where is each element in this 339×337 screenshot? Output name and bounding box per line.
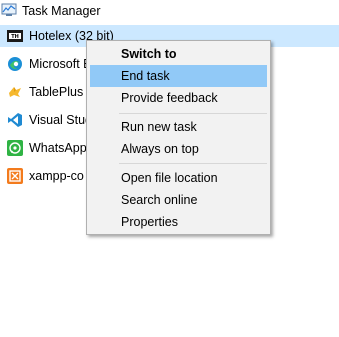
- task-manager-window: Task Manager TH Hotelex (32 bit) Microso…: [0, 0, 339, 337]
- menu-item-provide-feedback[interactable]: Provide feedback: [90, 87, 267, 109]
- menu-item-properties[interactable]: Properties: [90, 211, 267, 233]
- menu-item-label: Run new task: [121, 120, 197, 134]
- menu-separator: [119, 113, 267, 114]
- menu-item-label: Switch to: [121, 47, 177, 61]
- menu-item-label: Always on top: [121, 142, 199, 156]
- menu-item-always-on-top[interactable]: Always on top: [90, 138, 267, 160]
- process-label: WhatsApp: [29, 141, 87, 155]
- menu-item-label: Properties: [121, 215, 178, 229]
- task-manager-icon: [1, 2, 17, 18]
- menu-item-label: End task: [121, 69, 170, 83]
- process-label: Microsoft E: [29, 57, 92, 71]
- task-manager-row[interactable]: Task Manager: [0, 0, 339, 22]
- whatsapp-icon: [7, 140, 23, 156]
- menu-item-run-new-task[interactable]: Run new task: [90, 116, 267, 138]
- menu-item-search-online[interactable]: Search online: [90, 189, 267, 211]
- menu-item-switch-to[interactable]: Switch to: [90, 43, 267, 65]
- tableplus-icon: [7, 84, 23, 100]
- vscode-icon: [7, 112, 23, 128]
- menu-item-end-task[interactable]: End task: [90, 65, 267, 87]
- menu-item-label: Open file location: [121, 171, 218, 185]
- process-label: xampp-co: [29, 169, 84, 183]
- menu-item-open-file-location[interactable]: Open file location: [90, 167, 267, 189]
- xampp-icon: [7, 168, 23, 184]
- menu-item-label: Search online: [121, 193, 198, 207]
- process-label: Visual Stud: [29, 113, 93, 127]
- context-menu: Switch to End task Provide feedback Run …: [86, 40, 271, 235]
- edge-icon: [7, 56, 23, 72]
- menu-separator: [119, 163, 267, 164]
- svg-text:TH: TH: [11, 34, 19, 40]
- process-label: TablePlus: [29, 85, 84, 99]
- menu-item-label: Provide feedback: [121, 91, 218, 105]
- hotelex-icon: TH: [7, 28, 23, 44]
- task-manager-label: Task Manager: [22, 4, 101, 18]
